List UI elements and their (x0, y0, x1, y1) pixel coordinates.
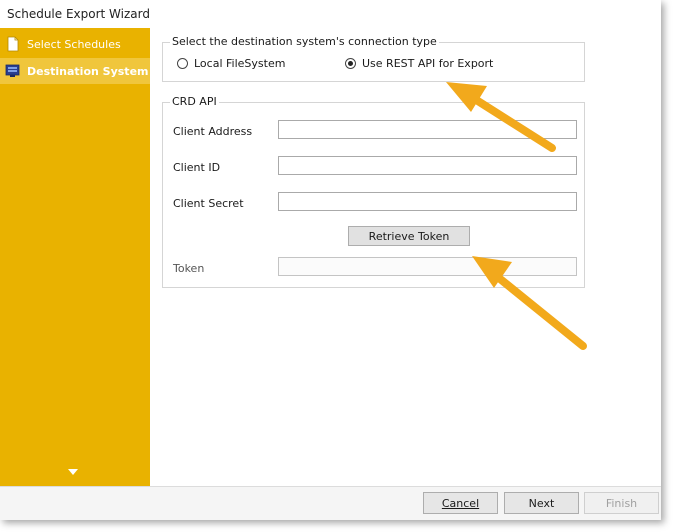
retrieve-token-button[interactable]: Retrieve Token (348, 226, 470, 246)
rest-api-label: Use REST API for Export (362, 57, 494, 70)
token-input[interactable] (278, 257, 577, 276)
connection-type-group: Select the destination system's connecti… (162, 35, 585, 82)
wizard-window: Schedule Export Wizard Select Schedules (0, 0, 661, 520)
document-icon (5, 36, 21, 52)
crd-api-legend: CRD API (170, 95, 219, 108)
server-icon (5, 63, 21, 79)
client-id-input[interactable] (278, 156, 577, 175)
next-button[interactable]: Next (504, 492, 579, 514)
client-address-label: Client Address (173, 125, 253, 138)
scroll-down-icon[interactable] (68, 469, 78, 475)
finish-button[interactable]: Finish (584, 492, 659, 514)
wizard-sidebar: Select Schedules Destination System (0, 28, 150, 486)
client-address-input[interactable] (278, 120, 577, 139)
sidebar-item-label: Destination System (27, 64, 149, 78)
client-secret-input[interactable] (278, 192, 577, 211)
connection-type-legend: Select the destination system's connecti… (170, 35, 439, 48)
title-bar: Schedule Export Wizard (0, 0, 661, 28)
cancel-label: Cancel (441, 496, 480, 510)
local-filesystem-label: Local FileSystem (194, 57, 286, 70)
rest-api-radio[interactable]: Use REST API for Export (345, 57, 493, 70)
cancel-button[interactable]: Cancel (423, 492, 498, 514)
token-label: Token (173, 262, 205, 275)
radio-off-icon (177, 58, 188, 69)
wizard-footer: Cancel Next Finish (0, 486, 661, 520)
crd-api-group: CRD API Client Address Client ID Client … (162, 95, 585, 288)
sidebar-item-label: Select Schedules (27, 37, 121, 51)
window-title: Schedule Export Wizard (7, 7, 150, 21)
radio-on-icon (345, 58, 356, 69)
sidebar-item-destination-system[interactable]: Destination System (0, 58, 150, 84)
next-label: Next (528, 496, 555, 510)
client-secret-label: Client Secret (173, 197, 244, 210)
client-id-label: Client ID (173, 161, 221, 174)
sidebar-item-select-schedules[interactable]: Select Schedules (0, 31, 150, 57)
wizard-content: Select the destination system's connecti… (150, 28, 661, 486)
local-filesystem-radio[interactable]: Local FileSystem (177, 57, 285, 70)
finish-label: Finish (605, 496, 638, 510)
